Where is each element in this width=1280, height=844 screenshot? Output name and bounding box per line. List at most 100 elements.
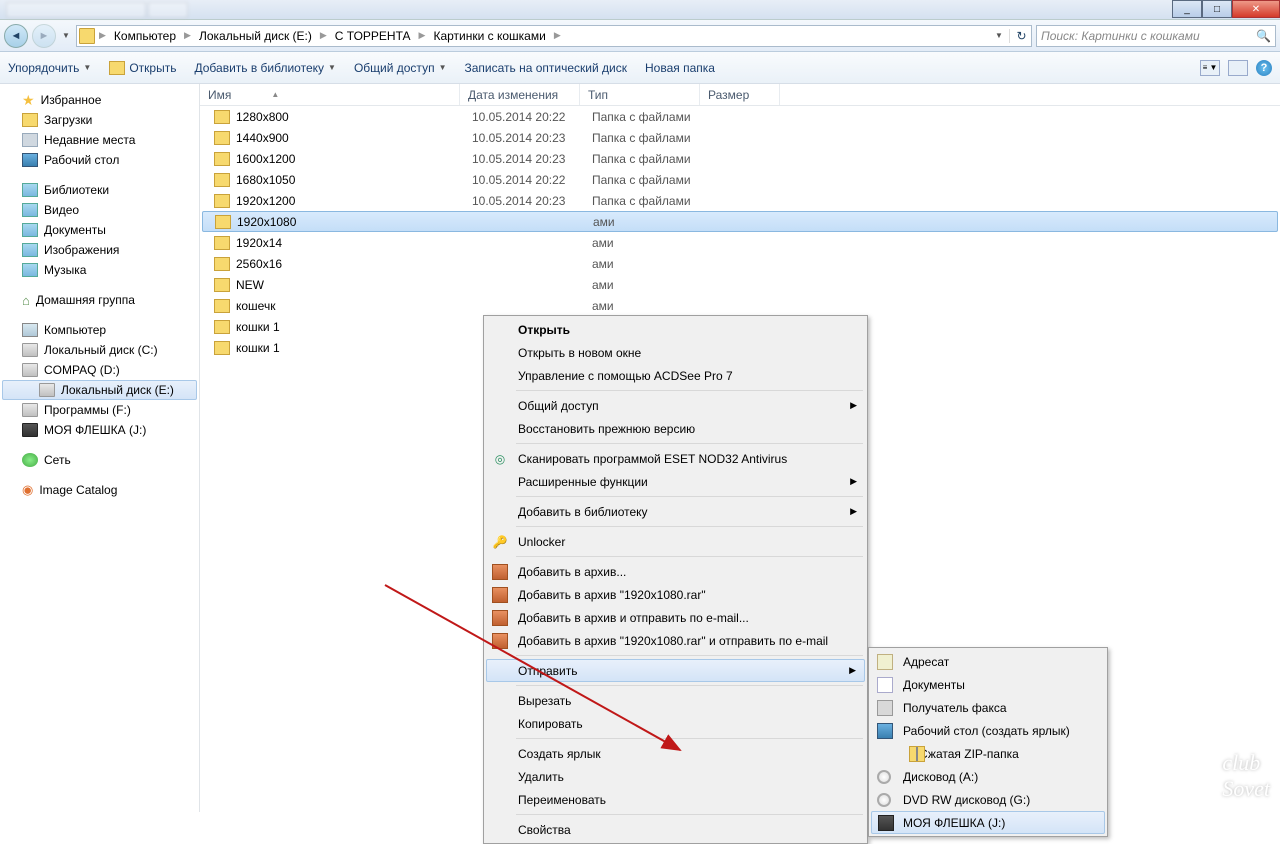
- column-date[interactable]: Дата изменения: [460, 84, 580, 105]
- sidebar-libraries[interactable]: Библиотеки: [0, 180, 199, 200]
- breadcrumb[interactable]: ▶ Компьютер ▶ Локальный диск (E:) ▶ С ТО…: [76, 25, 1032, 47]
- search-icon[interactable]: 🔍: [1256, 29, 1271, 43]
- chevron-right-icon[interactable]: ▶: [417, 30, 428, 41]
- ctx-archive4[interactable]: Добавить в архив "1920x1080.rar" и отпра…: [486, 629, 865, 652]
- sidebar-drive-j[interactable]: МОЯ ФЛЕШКА (J:): [0, 420, 199, 440]
- sidebar-downloads[interactable]: Загрузки: [0, 110, 199, 130]
- ctx-archive2[interactable]: Добавить в архив "1920x1080.rar": [486, 583, 865, 606]
- sidebar-recent[interactable]: Недавние места: [0, 130, 199, 150]
- breadcrumb-item[interactable]: С ТОРРЕНТА: [331, 27, 415, 45]
- ctx-restore[interactable]: Восстановить прежнюю версию: [486, 417, 865, 440]
- ctx-sendto[interactable]: Отправить▶: [486, 659, 865, 682]
- recent-icon: [22, 133, 38, 147]
- rar-icon: [492, 587, 508, 603]
- ctx-shortcut[interactable]: Создать ярлык: [486, 742, 865, 765]
- ctx-cut[interactable]: Вырезать: [486, 689, 865, 712]
- close-button[interactable]: ✕: [1232, 0, 1280, 18]
- sub-recipient[interactable]: Адресат: [871, 650, 1105, 673]
- ctx-archive1[interactable]: Добавить в архив...: [486, 560, 865, 583]
- file-row[interactable]: NEW ами: [200, 274, 1280, 295]
- history-dropdown[interactable]: ▼: [60, 24, 72, 48]
- burn-button[interactable]: Записать на оптический диск: [464, 61, 627, 75]
- ctx-addlib[interactable]: Добавить в библиотеку▶: [486, 500, 865, 523]
- sidebar-homegroup[interactable]: ⌂Домашняя группа: [0, 290, 199, 310]
- sidebar-imagecatalog[interactable]: ◉Image Catalog: [0, 480, 199, 500]
- preview-pane-button[interactable]: [1228, 60, 1248, 76]
- sidebar-drive-c[interactable]: Локальный диск (C:): [0, 340, 199, 360]
- ctx-unlocker[interactable]: 🔑Unlocker: [486, 530, 865, 553]
- ctx-rename[interactable]: Переименовать: [486, 788, 865, 811]
- ctx-properties[interactable]: Свойства: [486, 818, 865, 841]
- column-name[interactable]: Имя▲: [200, 84, 460, 105]
- file-row[interactable]: 1920x1200 10.05.2014 20:23 Папка с файла…: [200, 190, 1280, 211]
- breadcrumb-item[interactable]: Картинки с кошками: [429, 27, 549, 45]
- open-button[interactable]: Открыть: [109, 61, 176, 75]
- ctx-share[interactable]: Общий доступ▶: [486, 394, 865, 417]
- sidebar-desktop[interactable]: Рабочий стол: [0, 150, 199, 170]
- help-icon[interactable]: ?: [1256, 60, 1272, 76]
- sidebar-music[interactable]: Музыка: [0, 260, 199, 280]
- ctx-open[interactable]: Открыть: [486, 318, 865, 341]
- documents-icon: [22, 223, 38, 237]
- path-dropdown[interactable]: ▼: [991, 31, 1007, 40]
- file-row[interactable]: 1920x14 ами: [200, 232, 1280, 253]
- chevron-right-icon[interactable]: ▶: [552, 30, 563, 41]
- watermark: clubSovet: [1222, 750, 1270, 802]
- column-size[interactable]: Размер: [700, 84, 780, 105]
- chevron-right-icon[interactable]: ▶: [182, 30, 193, 41]
- organize-button[interactable]: Упорядочить▼: [8, 61, 91, 75]
- view-button[interactable]: ≡ ▼: [1200, 60, 1220, 76]
- breadcrumb-item[interactable]: Компьютер: [110, 27, 180, 45]
- sub-documents[interactable]: Документы: [871, 673, 1105, 696]
- file-row[interactable]: кошечк ами: [200, 295, 1280, 316]
- sidebar-drive-d[interactable]: COMPAQ (D:): [0, 360, 199, 380]
- separator: [516, 738, 863, 739]
- file-row[interactable]: 1680x1050 10.05.2014 20:22 Папка с файла…: [200, 169, 1280, 190]
- sub-drive-a[interactable]: Дисковод (A:): [871, 765, 1105, 788]
- file-row[interactable]: 2560x16 ами: [200, 253, 1280, 274]
- add-library-button[interactable]: Добавить в библиотеку▼: [194, 61, 335, 75]
- ctx-advanced[interactable]: Расширенные функции▶: [486, 470, 865, 493]
- sidebar-favorites[interactable]: ★Избранное: [0, 90, 199, 110]
- search-input[interactable]: Поиск: Картинки с кошками 🔍: [1036, 25, 1276, 47]
- ctx-acdsee[interactable]: Управление с помощью ACDSee Pro 7: [486, 364, 865, 387]
- forward-button[interactable]: ►: [32, 24, 56, 48]
- back-button[interactable]: ◄: [4, 24, 28, 48]
- breadcrumb-item[interactable]: Локальный диск (E:): [195, 27, 316, 45]
- sidebar-drive-e[interactable]: Локальный диск (E:): [2, 380, 197, 400]
- new-folder-button[interactable]: Новая папка: [645, 61, 715, 75]
- sub-fax[interactable]: Получатель факса: [871, 696, 1105, 719]
- ctx-copy[interactable]: Копировать: [486, 712, 865, 735]
- sidebar-video[interactable]: Видео: [0, 200, 199, 220]
- file-row[interactable]: 1280x800 10.05.2014 20:22 Папка с файлам…: [200, 106, 1280, 127]
- minimize-button[interactable]: _: [1172, 0, 1202, 18]
- file-row[interactable]: 1920x1080 ами: [202, 211, 1278, 232]
- sidebar-pictures[interactable]: Изображения: [0, 240, 199, 260]
- ctx-eset[interactable]: ◎Сканировать программой ESET NOD32 Antiv…: [486, 447, 865, 470]
- file-name: кошки 1: [236, 341, 472, 355]
- file-row[interactable]: 1600x1200 10.05.2014 20:23 Папка с файла…: [200, 148, 1280, 169]
- file-row[interactable]: 1440x900 10.05.2014 20:23 Папка с файлам…: [200, 127, 1280, 148]
- share-button[interactable]: Общий доступ▼: [354, 61, 447, 75]
- chevron-right-icon[interactable]: ▶: [318, 30, 329, 41]
- ctx-open-new[interactable]: Открыть в новом окне: [486, 341, 865, 364]
- chevron-right-icon[interactable]: ▶: [97, 30, 108, 41]
- sub-desktop[interactable]: Рабочий стол (создать ярлык): [871, 719, 1105, 742]
- maximize-button[interactable]: □: [1202, 0, 1232, 18]
- column-type[interactable]: Тип: [580, 84, 700, 105]
- sub-drive-j[interactable]: МОЯ ФЛЕШКА (J:): [871, 811, 1105, 834]
- refresh-button[interactable]: ↻: [1009, 29, 1029, 43]
- drive-icon: [22, 343, 38, 357]
- sidebar-network[interactable]: Сеть: [0, 450, 199, 470]
- star-icon: ★: [22, 92, 35, 109]
- video-icon: [22, 203, 38, 217]
- sub-drive-g[interactable]: DVD RW дисковод (G:): [871, 788, 1105, 811]
- ctx-archive3[interactable]: Добавить в архив и отправить по e-mail..…: [486, 606, 865, 629]
- sub-zip[interactable]: Сжатая ZIP-папка: [871, 742, 1105, 765]
- sidebar-documents[interactable]: Документы: [0, 220, 199, 240]
- titlebar: _ □ ✕: [0, 0, 1280, 20]
- sidebar-drive-f[interactable]: Программы (F:): [0, 400, 199, 420]
- sidebar-computer[interactable]: Компьютер: [0, 320, 199, 340]
- ctx-delete[interactable]: Удалить: [486, 765, 865, 788]
- file-date: 10.05.2014 20:22: [472, 173, 592, 187]
